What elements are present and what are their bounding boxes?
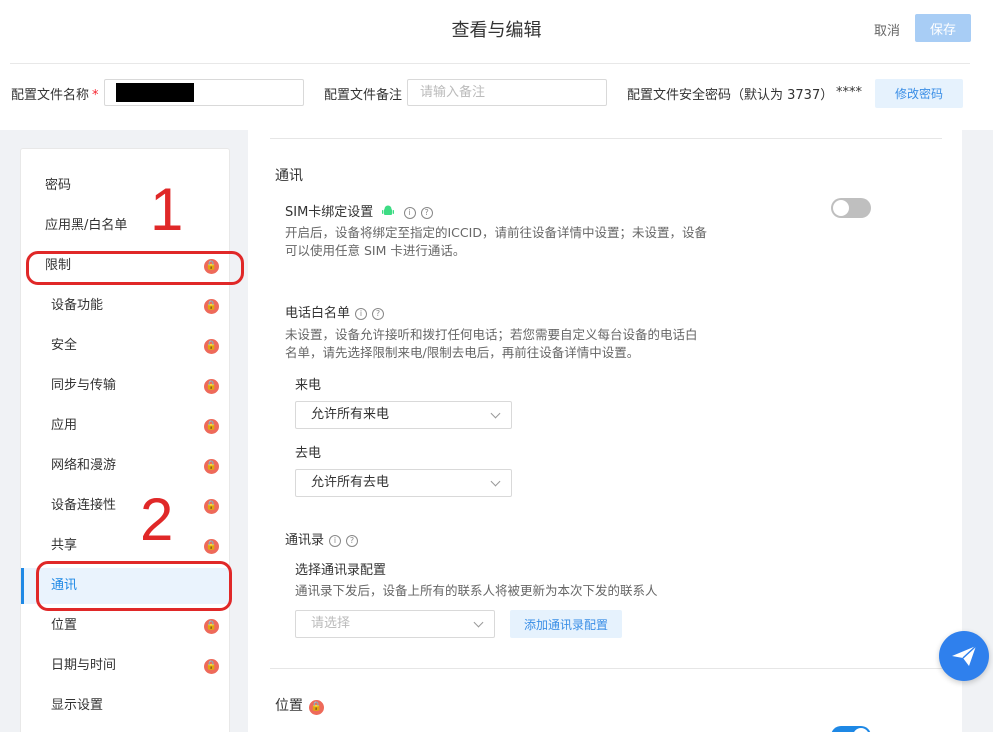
sidebar-item-password[interactable]: 密码 [21,168,229,204]
phone-whitelist-desc: 未设置，设备允许接听和拨打任何电话；若您需要自定义每台设备的电话白 名单，请先选择… [285,327,698,360]
lock-icon: 🔒 [204,419,219,434]
sidebar-item-apps[interactable]: 应用 🔒 [21,408,229,444]
sidebar-item-connectivity[interactable]: 设备连接性 🔒 [21,488,229,524]
sidebar-item-label: 限制 [45,258,72,273]
section-title-location: 位置 🔒 [275,698,324,715]
sidebar-item-label: 位置 [51,618,78,633]
sidebar-item-network[interactable]: 网络和漫游 🔒 [21,448,229,484]
sidebar-item-location[interactable]: 位置 🔒 [21,608,229,644]
section-title-communication: 通讯 [275,168,303,184]
sidebar-item-label: 日期与时间 [51,658,117,673]
help-icon[interactable]: ? [372,308,385,320]
incoming-select[interactable]: 允许所有来电 [295,401,512,429]
select-placeholder: 请选择 [311,616,351,631]
chevron-down-icon [490,476,501,487]
help-icon[interactable]: ? [346,535,359,547]
sidebar-item-label: 共享 [51,538,78,553]
save-button[interactable]: 保存 [915,14,971,42]
lock-icon: 🔒 [204,259,219,274]
sidebar-item-label: 应用黑/白名单 [45,218,128,233]
select-value: 允许所有去电 [311,475,390,490]
sidebar-item-sharing[interactable]: 共享 🔒 [21,528,229,564]
cancel-button[interactable]: 取消 [866,18,908,40]
sidebar-item-label: 显示设置 [51,698,104,713]
sidebar-item-label: 密码 [45,178,72,193]
lock-icon: 🔒 [204,459,219,474]
remark-input[interactable] [407,79,607,106]
sidebar-item-label: 设备功能 [51,298,104,313]
header: 查看与编辑 取消 保存 配置文件名称* 配置文件备注 配置文件安全密码（默认为 … [0,0,993,130]
sidebar-item-label: 通讯 [51,578,78,593]
lock-icon: 🔒 [204,379,219,394]
section-divider [270,138,942,139]
page-title: 查看与编辑 [451,20,542,41]
info-icon[interactable]: i [403,207,416,219]
header-divider [10,63,970,64]
lock-icon: 🔒 [204,339,219,354]
contacts-subtitle: 选择通讯录配置 [295,563,387,578]
contacts-title: 通讯录 i? [285,529,359,548]
sidebar-item-communication[interactable]: 通讯 [21,568,229,604]
sidebar-item-restrictions[interactable]: 限制 🔒 [21,248,229,284]
sidebar-item-label: 网络和漫游 [51,458,117,473]
config-remark-label: 配置文件备注 [324,88,403,103]
section-divider [270,668,942,669]
sidebar-item-security[interactable]: 安全 🔒 [21,328,229,364]
chevron-down-icon [490,408,501,419]
sidebar-item-label: 安全 [51,338,78,353]
contacts-select[interactable]: 请选择 [295,610,495,638]
help-icon[interactable]: ? [420,207,433,219]
location-toggle[interactable] [831,726,871,732]
lock-icon: 🔒 [309,700,324,715]
sidebar-item-display[interactable]: 显示设置 [21,688,229,724]
contacts-desc: 通讯录下发后，设备上所有的联系人将被更新为本次下发的联系人 [295,583,658,598]
sidebar-item-app-list[interactable]: 应用黑/白名单 [21,208,229,244]
lock-icon: 🔒 [204,659,219,674]
phone-whitelist-title: 电话白名单 i? [285,302,385,321]
config-name-label: 配置文件名称 * [11,88,99,103]
settings-panel: 通讯 SIM卡绑定设置 i? 开启后，设备将绑定至指定的ICCID，请前往设备详… [248,130,962,732]
required-mark: * [92,88,99,103]
annotation-number-1: 1 [150,176,184,243]
sidebar-item-label: 应用 [51,418,78,433]
lock-icon: 🔒 [204,539,219,554]
lock-icon: 🔒 [204,619,219,634]
send-fab-button[interactable] [939,631,989,681]
select-value: 允许所有来电 [311,407,390,422]
redacted-value [116,83,194,102]
annotation-number-2: 2 [140,486,174,553]
sidebar-item-device-functions[interactable]: 设备功能 🔒 [21,288,229,324]
sim-binding-desc: 开启后，设备将绑定至指定的ICCID，请前往设备详情中设置；未设置，设备 可以使用… [285,225,707,258]
incoming-label: 来电 [295,378,322,393]
sim-binding-toggle[interactable] [831,198,871,218]
lock-icon: 🔒 [204,299,219,314]
sim-binding-title: SIM卡绑定设置 i? [285,201,433,220]
chevron-down-icon [473,617,484,628]
change-password-button[interactable]: 修改密码 [875,79,963,108]
sidebar-item-label: 同步与传输 [51,378,117,393]
sidebar-item-sync[interactable]: 同步与传输 🔒 [21,368,229,404]
info-icon[interactable]: i [329,535,342,547]
outgoing-select[interactable]: 允许所有去电 [295,469,512,497]
sidebar-item-datetime[interactable]: 日期与时间 🔒 [21,648,229,684]
sidebar: 密码 应用黑/白名单 限制 🔒 设备功能 🔒 安全 🔒 同步与传输 🔒 应用 🔒 网络和漫… [20,148,230,732]
add-contacts-config-button[interactable]: 添加通讯录配置 [510,610,622,638]
password-label: 配置文件安全密码（默认为 3737） [627,88,834,103]
outgoing-label: 去电 [295,446,322,461]
lock-icon: 🔒 [204,499,219,514]
paper-plane-icon [952,645,977,666]
info-icon[interactable]: i [355,308,368,320]
android-icon [382,205,395,215]
sidebar-item-label: 设备连接性 [51,498,117,513]
password-mask: **** [836,85,862,100]
